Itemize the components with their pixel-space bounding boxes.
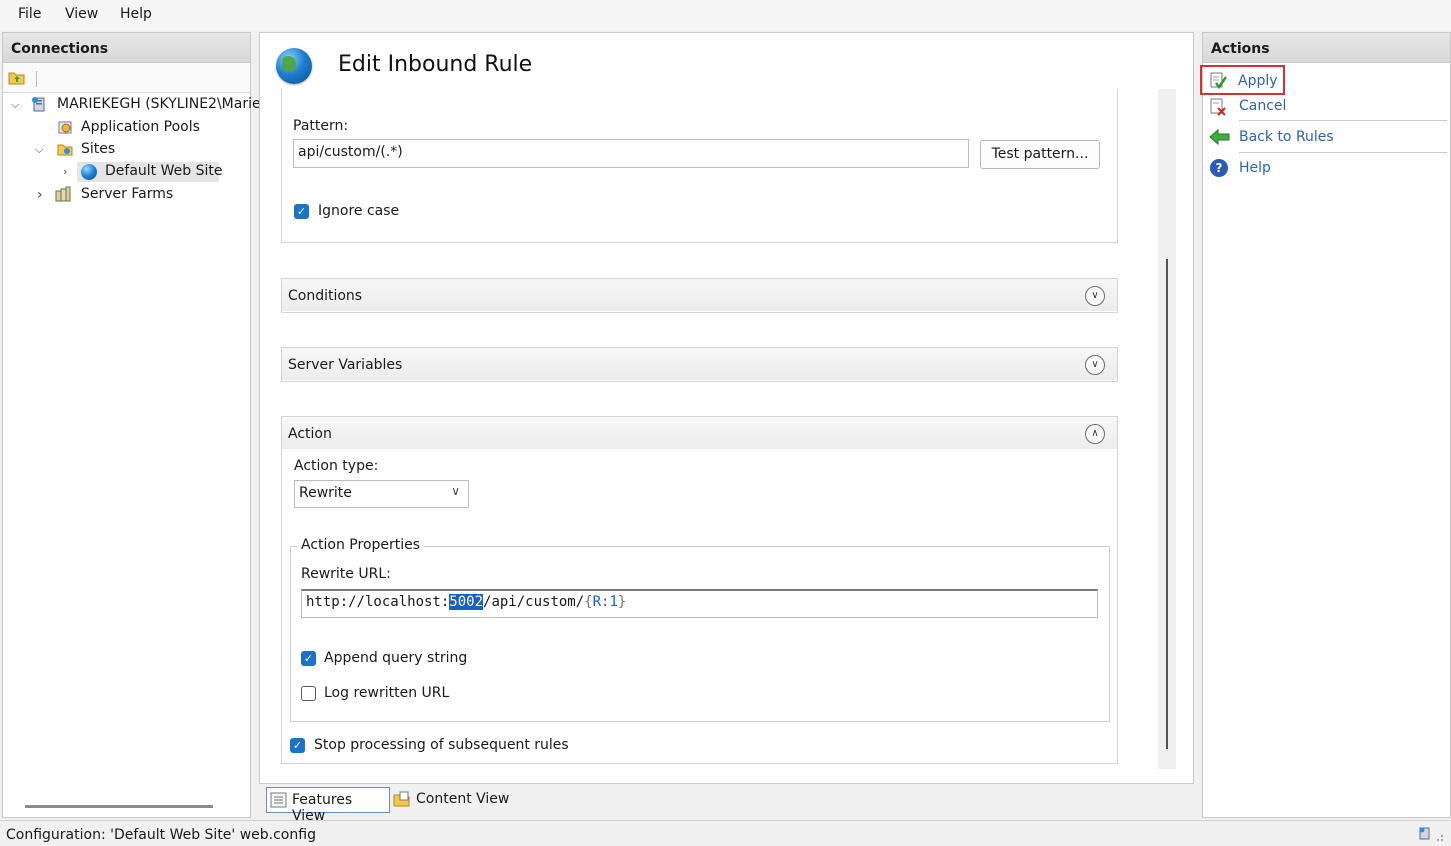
chevron-right-icon[interactable]: › — [63, 165, 67, 178]
log-rewritten-label: Log rewritten URL — [324, 685, 450, 701]
network-status-icon — [1419, 827, 1443, 841]
horizontal-scrollbar[interactable] — [25, 805, 213, 808]
ignore-case-label: Ignore case — [318, 203, 400, 219]
rewrite-url-variable: R:1 — [592, 594, 618, 610]
chevron-down-icon[interactable]: ∨ — [1085, 286, 1105, 306]
pattern-input[interactable]: api/custom/(.*) — [293, 139, 969, 168]
apply-label: Apply — [1238, 73, 1278, 89]
chevron-up-icon[interactable]: ∧ — [1085, 424, 1105, 444]
chevron-right-icon[interactable]: › — [37, 187, 43, 203]
server-variables-label: Server Variables — [288, 357, 403, 373]
page-header: Edit Inbound Rule — [260, 33, 1193, 89]
rewrite-url-brace-open: { — [584, 594, 593, 610]
stop-processing-checkbox[interactable]: ✓ — [290, 738, 305, 753]
tab-features-view[interactable]: Features View — [266, 787, 390, 824]
rewrite-url-brace-close: } — [617, 594, 627, 610]
pattern-label: Pattern: — [293, 118, 349, 134]
tab-content-label: Content View — [416, 791, 510, 807]
sites-folder-icon — [57, 144, 73, 156]
rewrite-url-prefix: http://localhost: — [306, 594, 450, 610]
connections-title: Connections — [3, 33, 250, 63]
content-view-icon — [393, 791, 410, 807]
divider — [1239, 120, 1447, 121]
tree-node-server-farms[interactable]: › Server Farms — [3, 185, 250, 205]
globe-icon — [81, 164, 97, 180]
chevron-down-icon: ∨ — [451, 484, 460, 498]
action-header[interactable]: Action ∧ — [282, 417, 1117, 449]
conditions-section[interactable]: Conditions ∨ — [281, 278, 1118, 313]
back-to-rules-action[interactable]: Back to Rules — [1203, 126, 1450, 152]
cancel-action[interactable]: Cancel — [1203, 95, 1450, 121]
apply-icon — [1210, 72, 1227, 89]
tree-label-server-farms: Server Farms — [81, 186, 174, 202]
content-panel: Edit Inbound Rule Pattern: api/custom/(.… — [259, 32, 1194, 784]
cancel-icon — [1210, 98, 1226, 116]
server-variables-section[interactable]: Server Variables ∨ — [281, 347, 1118, 382]
features-view-icon — [270, 792, 287, 808]
apply-action[interactable]: Apply — [1200, 65, 1285, 95]
divider — [1239, 152, 1447, 153]
cancel-label: Cancel — [1239, 98, 1287, 114]
ignore-case-checkbox[interactable]: ✓ — [294, 204, 309, 219]
globe-icon — [276, 48, 312, 84]
menu-help[interactable]: Help — [120, 6, 152, 22]
server-icon — [32, 97, 45, 112]
connections-panel: Connections ⌵ MARIEKEGH (SKYLINE2\Marie … — [2, 32, 261, 818]
rewrite-url-selection: 5002 — [449, 594, 484, 610]
tree-node-default-site[interactable]: › Default Web Site — [63, 162, 223, 182]
rewrite-url-label: Rewrite URL: — [301, 566, 391, 582]
server-farm-icon — [55, 186, 71, 202]
tree-node-sites[interactable]: ⌵ Sites — [3, 140, 250, 160]
menu-bar: File View Help — [0, 0, 1451, 30]
tree-label-server: MARIEKEGH (SKYLINE2\Marie — [57, 96, 261, 112]
toolbar-separator — [36, 71, 37, 87]
back-to-rules-label: Back to Rules — [1239, 129, 1334, 145]
chevron-down-icon[interactable]: ⌵ — [11, 98, 19, 112]
action-section: Action ∧ Action type: Rewrite ∨ Action P… — [281, 416, 1118, 764]
actions-title: Actions — [1203, 33, 1450, 63]
chevron-down-icon[interactable]: ⌵ — [35, 143, 43, 157]
menu-file[interactable]: File — [18, 6, 41, 22]
tab-content-view[interactable]: Content View — [391, 787, 521, 813]
rewrite-url-path: /api/custom/ — [483, 594, 585, 610]
actions-panel: Actions Apply Cancel Back to Rules ? Hel… — [1200, 32, 1451, 818]
server-variables-header: Server Variables ∨ — [282, 348, 1117, 380]
status-bar: Configuration: 'Default Web Site' web.co… — [0, 820, 1451, 846]
log-rewritten-checkbox[interactable] — [301, 686, 316, 701]
menu-view[interactable]: View — [65, 6, 98, 22]
conditions-header: Conditions ∨ — [282, 279, 1117, 311]
action-properties-legend: Action Properties — [297, 537, 425, 553]
action-type-value: Rewrite — [299, 485, 352, 501]
tree-node-app-pools[interactable]: Application Pools — [3, 118, 250, 138]
conditions-label: Conditions — [288, 288, 363, 304]
folder-up-icon[interactable] — [8, 69, 26, 85]
tree-label-default-site: Default Web Site — [105, 163, 223, 179]
connections-toolbar — [3, 63, 250, 93]
action-type-select[interactable]: Rewrite ∨ — [294, 480, 469, 508]
page-title: Edit Inbound Rule — [338, 52, 533, 77]
chevron-down-icon[interactable]: ∨ — [1085, 355, 1105, 375]
stop-processing-label: Stop processing of subsequent rules — [314, 737, 569, 753]
view-tabs: Features View Content View — [259, 786, 659, 824]
tree-label-sites: Sites — [81, 141, 116, 157]
help-action[interactable]: ? Help — [1203, 157, 1450, 183]
test-pattern-button[interactable]: Test pattern... — [980, 140, 1100, 169]
append-query-label: Append query string — [324, 650, 468, 666]
tree-node-server[interactable]: ⌵ MARIEKEGH (SKYLINE2\Marie — [3, 95, 261, 115]
tree-label-app-pools: Application Pools — [81, 119, 200, 135]
app-pools-icon — [58, 121, 72, 134]
action-properties-group: Action Properties Rewrite URL: http://lo… — [290, 537, 1110, 722]
action-label: Action — [288, 426, 332, 442]
action-type-label: Action type: — [294, 458, 379, 474]
status-text: Configuration: 'Default Web Site' web.co… — [6, 827, 316, 843]
rewrite-url-input[interactable]: http://localhost:5002/api/custom/{R:1} — [301, 589, 1098, 618]
help-icon: ? — [1210, 159, 1228, 177]
back-arrow-icon — [1209, 128, 1230, 146]
help-label: Help — [1239, 160, 1271, 176]
scrollbar-thumb[interactable] — [1166, 259, 1168, 749]
vertical-scrollbar[interactable] — [1158, 89, 1176, 769]
append-query-checkbox[interactable]: ✓ — [301, 651, 316, 666]
match-url-section: Pattern: api/custom/(.*) Test pattern...… — [281, 89, 1118, 243]
